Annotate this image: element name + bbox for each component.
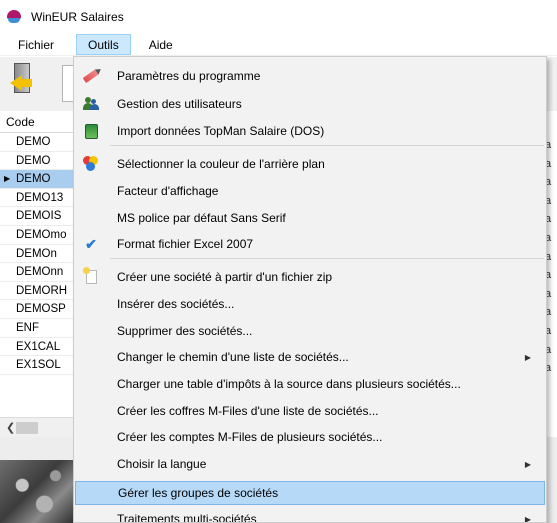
menu-item-inserer-des-societes[interactable]: Insérer des sociétés... bbox=[75, 292, 545, 316]
app-logo-icon bbox=[7, 10, 21, 24]
menu-item-label: Charger une table d'impôts à la source d… bbox=[117, 377, 461, 391]
table-row[interactable]: DEMOSP bbox=[0, 300, 76, 319]
menu-item-label: Créer une société à partir d'un fichier … bbox=[117, 270, 333, 284]
table-row[interactable]: DEMOIS bbox=[0, 207, 76, 226]
table-row[interactable]: ▶ DEMO bbox=[0, 170, 76, 189]
menu-item-traitements-multi-societes[interactable]: Traitements multi-sociétés ▶ bbox=[75, 507, 545, 523]
menu-item-format-fichier-excel-2007[interactable]: ✔ Format fichier Excel 2007 bbox=[75, 232, 545, 256]
grid-header-code[interactable]: Code bbox=[0, 111, 76, 133]
row-code: DEMORH bbox=[16, 284, 68, 297]
menu-item-label: Traitements multi-sociétés bbox=[117, 512, 257, 523]
menu-item-selectionner-la-couleur-de-l-arriere-plan[interactable]: Sélectionner la couleur de l'arrière pla… bbox=[75, 152, 545, 176]
menu-item-gerer-les-groupes-de-societes[interactable]: Gérer les groupes de sociétés bbox=[75, 481, 545, 505]
row-code: DEMOIS bbox=[16, 210, 62, 223]
submenu-arrow-icon: ▶ bbox=[524, 459, 531, 469]
background-image bbox=[0, 460, 74, 523]
row-code: DEMOSP bbox=[16, 303, 66, 316]
table-row[interactable]: DEMOmo bbox=[0, 226, 76, 245]
import-icon bbox=[81, 121, 101, 141]
menu-item-label: Sélectionner la couleur de l'arrière pla… bbox=[117, 157, 325, 171]
menu-item-label: Import données TopMan Salaire (DOS) bbox=[117, 124, 325, 138]
title-bar: WinEUR Salaires bbox=[0, 0, 557, 34]
menu-item-label: Changer le chemin d'une liste de société… bbox=[117, 350, 349, 364]
menu-item-facteur-d-affichage[interactable]: Facteur d'affichage bbox=[75, 179, 545, 203]
menu-item-label: Paramètres du programme bbox=[117, 69, 261, 83]
table-row[interactable]: DEMO bbox=[0, 133, 76, 152]
scroll-thumb[interactable] bbox=[16, 422, 38, 434]
menu-item-charger-une-table-d-impots-a-la-source-dans-plusieurs-societes[interactable]: Charger une table d'impôts à la source d… bbox=[75, 372, 545, 396]
table-row[interactable]: DEMO bbox=[0, 152, 76, 171]
table-row[interactable]: DEMOnn bbox=[0, 263, 76, 282]
menu-item-creer-les-comptes-m-files-de-plusieurs-societes[interactable]: Créer les comptes M-Files de plusieurs s… bbox=[75, 425, 545, 449]
table-row[interactable]: ENF bbox=[0, 319, 76, 338]
menu-item-label: Choisir la langue bbox=[117, 457, 207, 471]
row-code: EX1SOL bbox=[16, 359, 61, 372]
menu-outils[interactable]: Outils bbox=[76, 34, 131, 55]
menu-item-creer-une-societe-a-partir-d-un-fichier-zip[interactable]: Créer une société à partir d'un fichier … bbox=[75, 265, 545, 289]
check-icon: ✔ bbox=[85, 235, 97, 252]
submenu-arrow-icon: ▶ bbox=[524, 352, 531, 362]
menu-bar: Fichier Outils Aide bbox=[0, 34, 557, 56]
table-row[interactable]: EX1CAL bbox=[0, 338, 76, 357]
row-code: ENF bbox=[16, 321, 39, 334]
exit-door-icon[interactable] bbox=[10, 63, 36, 97]
menu-item-creer-les-coffres-m-files-d-une-liste-de-societes[interactable]: Créer les coffres M-Files d'une liste de… bbox=[75, 399, 545, 423]
menu-item-ms-police-par-defaut-sans-serif[interactable]: MS police par défaut Sans Serif bbox=[75, 206, 545, 230]
row-code: DEMO13 bbox=[16, 191, 64, 204]
menu-item-import-donnees-topman-salaire-dos[interactable]: Import données TopMan Salaire (DOS) bbox=[75, 119, 545, 143]
menu-item-label: Insérer des sociétés... bbox=[117, 297, 235, 311]
table-row[interactable]: DEMOn bbox=[0, 245, 76, 264]
menu-item-label: Supprimer des sociétés... bbox=[117, 324, 253, 338]
row-code: DEMOmo bbox=[16, 228, 67, 241]
pencil-icon bbox=[81, 66, 101, 86]
menu-item-label: MS police par défaut Sans Serif bbox=[117, 211, 286, 225]
menu-item-choisir-la-langue[interactable]: Choisir la langue ▶ bbox=[75, 452, 545, 476]
submenu-arrow-icon: ▶ bbox=[524, 514, 531, 523]
scroll-left-icon[interactable]: ❮ bbox=[6, 421, 15, 434]
users-icon bbox=[81, 94, 101, 114]
menu-item-label: Gestion des utilisateurs bbox=[117, 97, 242, 111]
menu-fichier[interactable]: Fichier bbox=[0, 34, 68, 55]
menu-item-label: Facteur d'affichage bbox=[117, 184, 219, 198]
color-palette-icon bbox=[81, 154, 101, 174]
menu-item-changer-le-chemin-d-une-liste-de-societes[interactable]: Changer le chemin d'une liste de société… bbox=[75, 345, 545, 369]
table-row[interactable]: DEMO13 bbox=[0, 189, 76, 208]
row-code: DEMO bbox=[16, 136, 51, 148]
row-code: DEMO bbox=[16, 173, 51, 186]
menu-item-supprimer-des-societes[interactable]: Supprimer des sociétés... bbox=[75, 319, 545, 343]
menu-item-label: Créer les coffres M-Files d'une liste de… bbox=[117, 404, 379, 418]
menu-item-label: Gérer les groupes de sociétés bbox=[118, 486, 279, 500]
menu-aide[interactable]: Aide bbox=[131, 34, 183, 55]
row-code: DEMO bbox=[16, 154, 51, 167]
row-pointer-icon: ▶ bbox=[4, 174, 11, 184]
row-code: DEMOn bbox=[16, 247, 57, 260]
table-row[interactable]: DEMORH bbox=[0, 282, 76, 301]
menu-item-label: Créer les comptes M-Files de plusieurs s… bbox=[117, 430, 383, 444]
zip-file-icon bbox=[81, 267, 101, 287]
menu-item-gestion-des-utilisateurs[interactable]: Gestion des utilisateurs bbox=[75, 92, 545, 116]
table-row[interactable]: EX1SOL bbox=[0, 356, 76, 375]
outils-dropdown-menu: Paramètres du programme Gestion des utili… bbox=[73, 56, 547, 523]
horizontal-scrollbar[interactable]: ❮ bbox=[0, 417, 77, 437]
menu-item-label: Format fichier Excel 2007 bbox=[117, 237, 254, 251]
menu-separator bbox=[110, 258, 544, 259]
menu-item-parametres-du-programme[interactable]: Paramètres du programme bbox=[75, 64, 545, 88]
menu-separator bbox=[110, 145, 544, 146]
row-code: DEMOnn bbox=[16, 266, 64, 279]
company-grid: Code DEMO DEMO ▶ DEMO DEMO13 DEMOIS DEMOmo DEMO… bbox=[0, 111, 77, 417]
row-code: EX1CAL bbox=[16, 340, 61, 353]
window-title: WinEUR Salaires bbox=[31, 10, 124, 24]
